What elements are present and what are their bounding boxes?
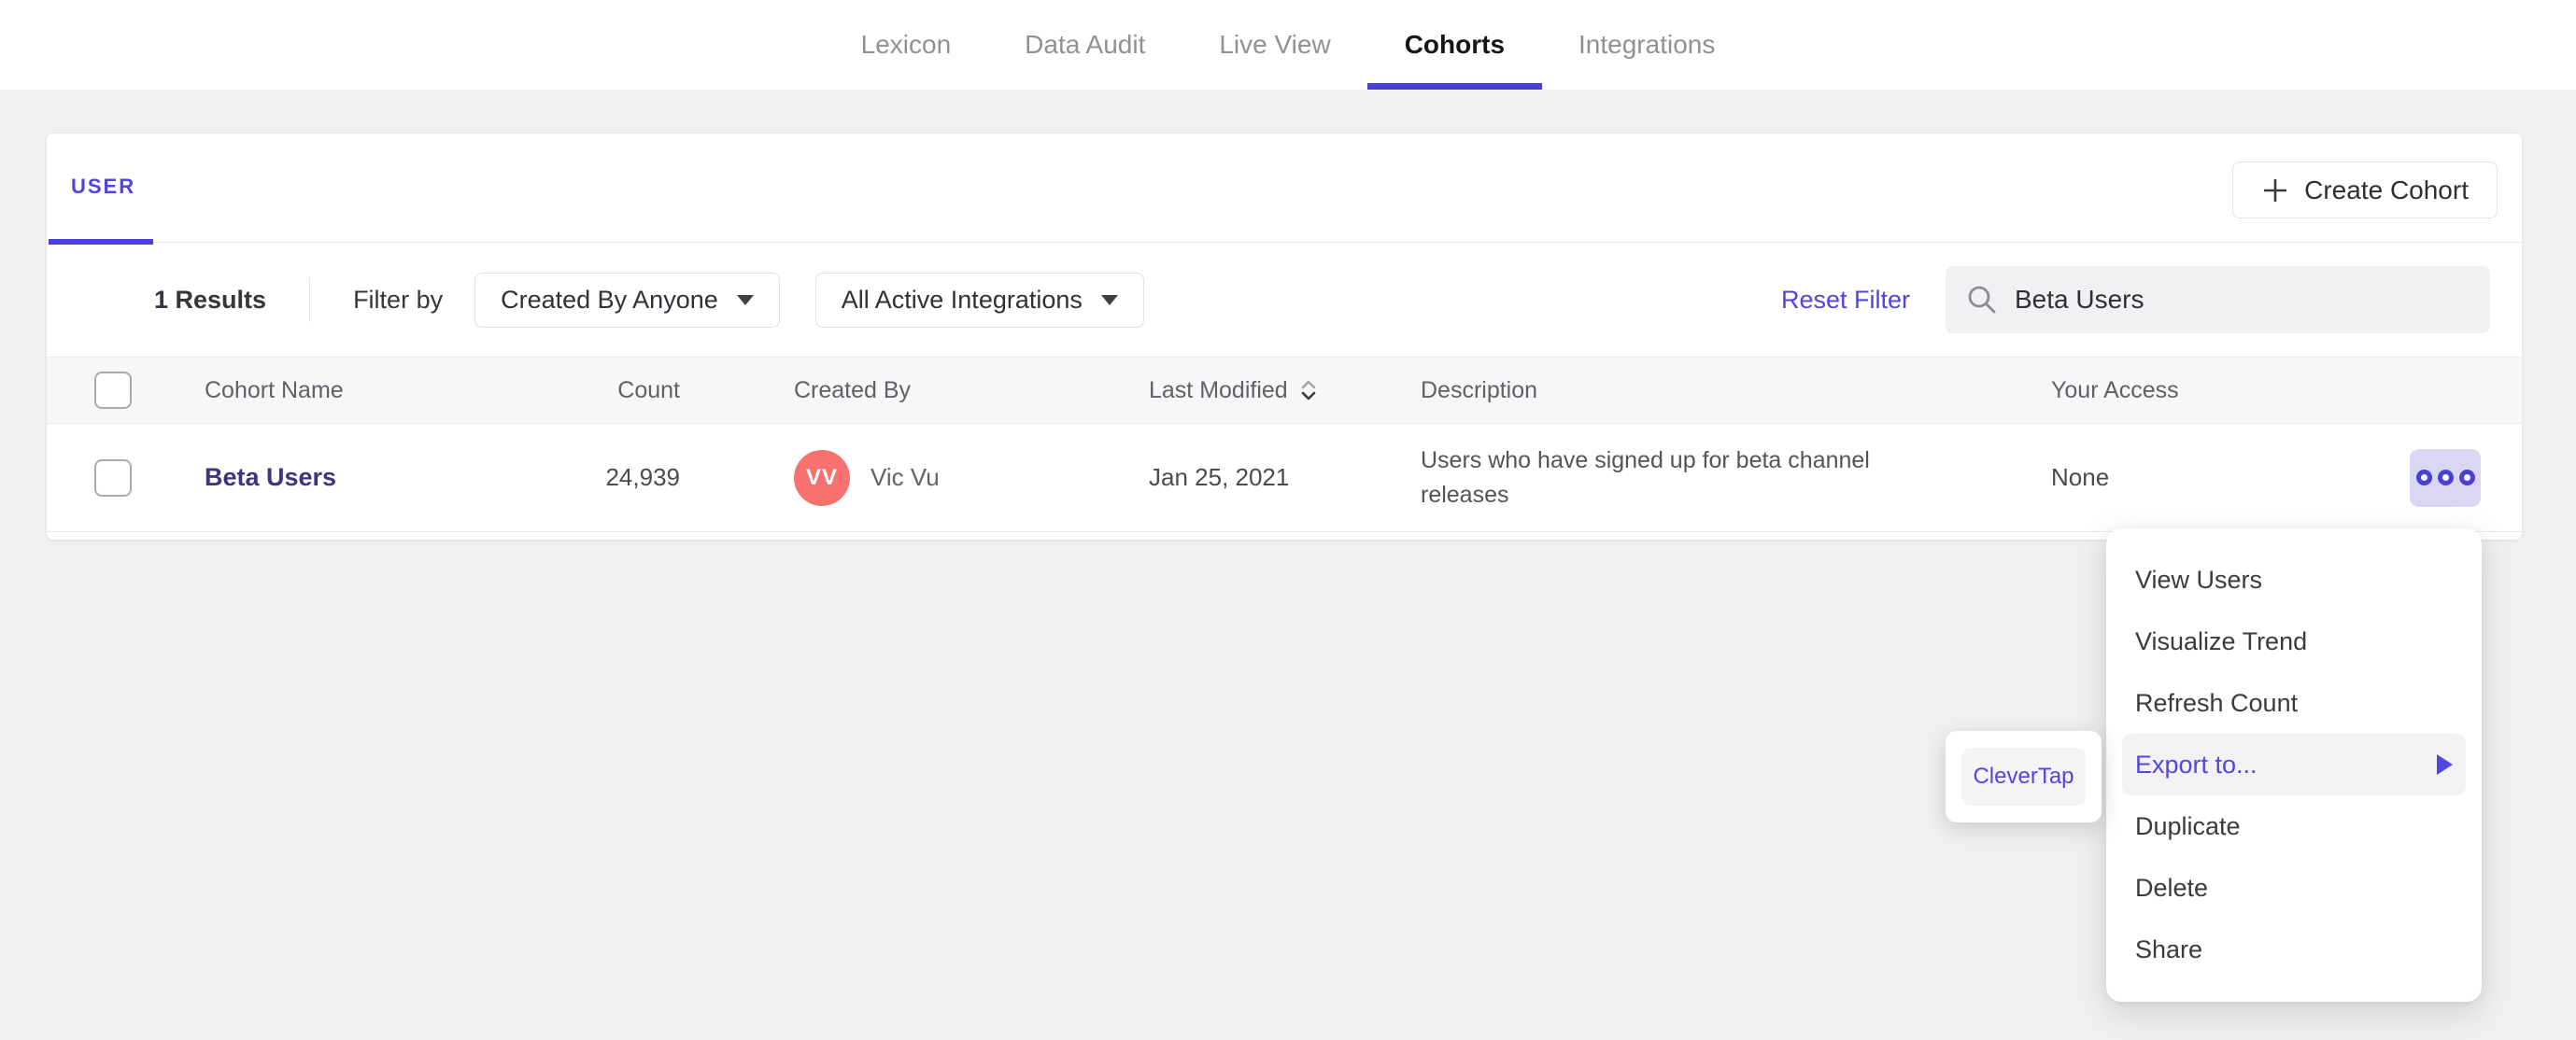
more-options-icon	[2415, 470, 2432, 485]
created-by-filter-dropdown[interactable]: Created By Anyone	[474, 272, 780, 328]
menu-item-share[interactable]: Share	[2122, 919, 2466, 980]
more-options-button[interactable]	[2410, 448, 2481, 507]
menu-item-export-to-label: Export to...	[2135, 750, 2258, 779]
created-by-filter-value: Created By Anyone	[501, 285, 718, 314]
create-cohort-label: Create Cohort	[2304, 175, 2469, 204]
your-access-value: None	[2051, 463, 2110, 491]
nav-tab-data-audit[interactable]: Data Audit	[1025, 0, 1145, 90]
submenu-item-clevertap[interactable]: CleverTap	[1961, 748, 2086, 806]
menu-item-visualize-trend[interactable]: Visualize Trend	[2122, 611, 2466, 672]
nav-tab-live-view[interactable]: Live View	[1219, 0, 1330, 90]
tab-user[interactable]: USER	[71, 175, 135, 199]
search-icon	[1968, 286, 1996, 314]
caret-down-icon	[1100, 294, 1118, 305]
nav-tab-lexicon[interactable]: Lexicon	[861, 0, 952, 90]
menu-item-delete[interactable]: Delete	[2122, 857, 2466, 919]
cohorts-panel: USER Create Cohort 1 Results Filter by C…	[46, 133, 2523, 541]
tab-user-underline	[49, 239, 153, 245]
cohort-context-menu: View Users Visualize Trend Refresh Count…	[2106, 528, 2482, 1002]
created-by-name: Vic Vu	[870, 463, 940, 491]
search-box	[1946, 266, 2490, 333]
header-last-modified[interactable]: Last Modified	[1149, 377, 1392, 404]
create-cohort-button[interactable]: Create Cohort	[2232, 162, 2498, 218]
select-all-checkbox[interactable]	[94, 372, 132, 409]
header-cohort-name: Cohort Name	[205, 376, 344, 403]
last-modified-date: Jan 25, 2021	[1149, 463, 1290, 491]
cohort-name-link[interactable]: Beta Users	[205, 463, 336, 491]
avatar: VV	[794, 449, 850, 506]
header-description: Description	[1421, 376, 1538, 403]
menu-item-duplicate[interactable]: Duplicate	[2122, 795, 2466, 857]
integrations-filter-value: All Active Integrations	[841, 285, 1083, 314]
sort-icon	[1301, 380, 1316, 401]
header-last-modified-label: Last Modified	[1149, 376, 1288, 403]
plus-icon	[2264, 178, 2287, 202]
table-header-row: Cohort Name Count Created By Last Modifi…	[47, 357, 2522, 424]
more-options-icon	[2437, 470, 2454, 485]
divider	[309, 277, 311, 322]
cohort-description: Users who have signed up for beta channe…	[1421, 447, 1870, 508]
nav-tab-cohorts[interactable]: Cohorts	[1366, 0, 1543, 90]
nav-tab-integrations[interactable]: Integrations	[1578, 0, 1715, 90]
more-options-icon	[2458, 470, 2475, 485]
search-input[interactable]	[2015, 285, 2470, 315]
filter-by-label: Filter by	[353, 285, 444, 314]
header-your-access: Your Access	[2051, 376, 2179, 403]
row-checkbox[interactable]	[94, 458, 132, 497]
submenu-arrow-icon	[2437, 754, 2453, 775]
header-count: Count	[617, 376, 680, 403]
table-row: Beta Users 24,939 VV Vic Vu Jan 25, 2021…	[47, 424, 2522, 532]
filter-bar: 1 Results Filter by Created By Anyone Al…	[47, 243, 2522, 357]
results-count: 1 Results	[154, 285, 267, 314]
integrations-filter-dropdown[interactable]: All Active Integrations	[814, 272, 1144, 328]
menu-item-view-users[interactable]: View Users	[2122, 549, 2466, 611]
panel-tabs-header: USER Create Cohort	[47, 134, 2522, 245]
menu-item-refresh-count[interactable]: Refresh Count	[2122, 672, 2466, 734]
header-created-by: Created By	[794, 376, 912, 403]
menu-item-export-to[interactable]: Export to...	[2122, 734, 2466, 795]
reset-filter-link[interactable]: Reset Filter	[1781, 286, 1910, 315]
cohort-count: 24,939	[605, 463, 680, 491]
top-navigation: Lexicon Data Audit Live View Cohorts Int…	[0, 0, 2576, 91]
export-submenu: CleverTap	[1946, 731, 2102, 822]
caret-down-icon	[736, 294, 754, 305]
